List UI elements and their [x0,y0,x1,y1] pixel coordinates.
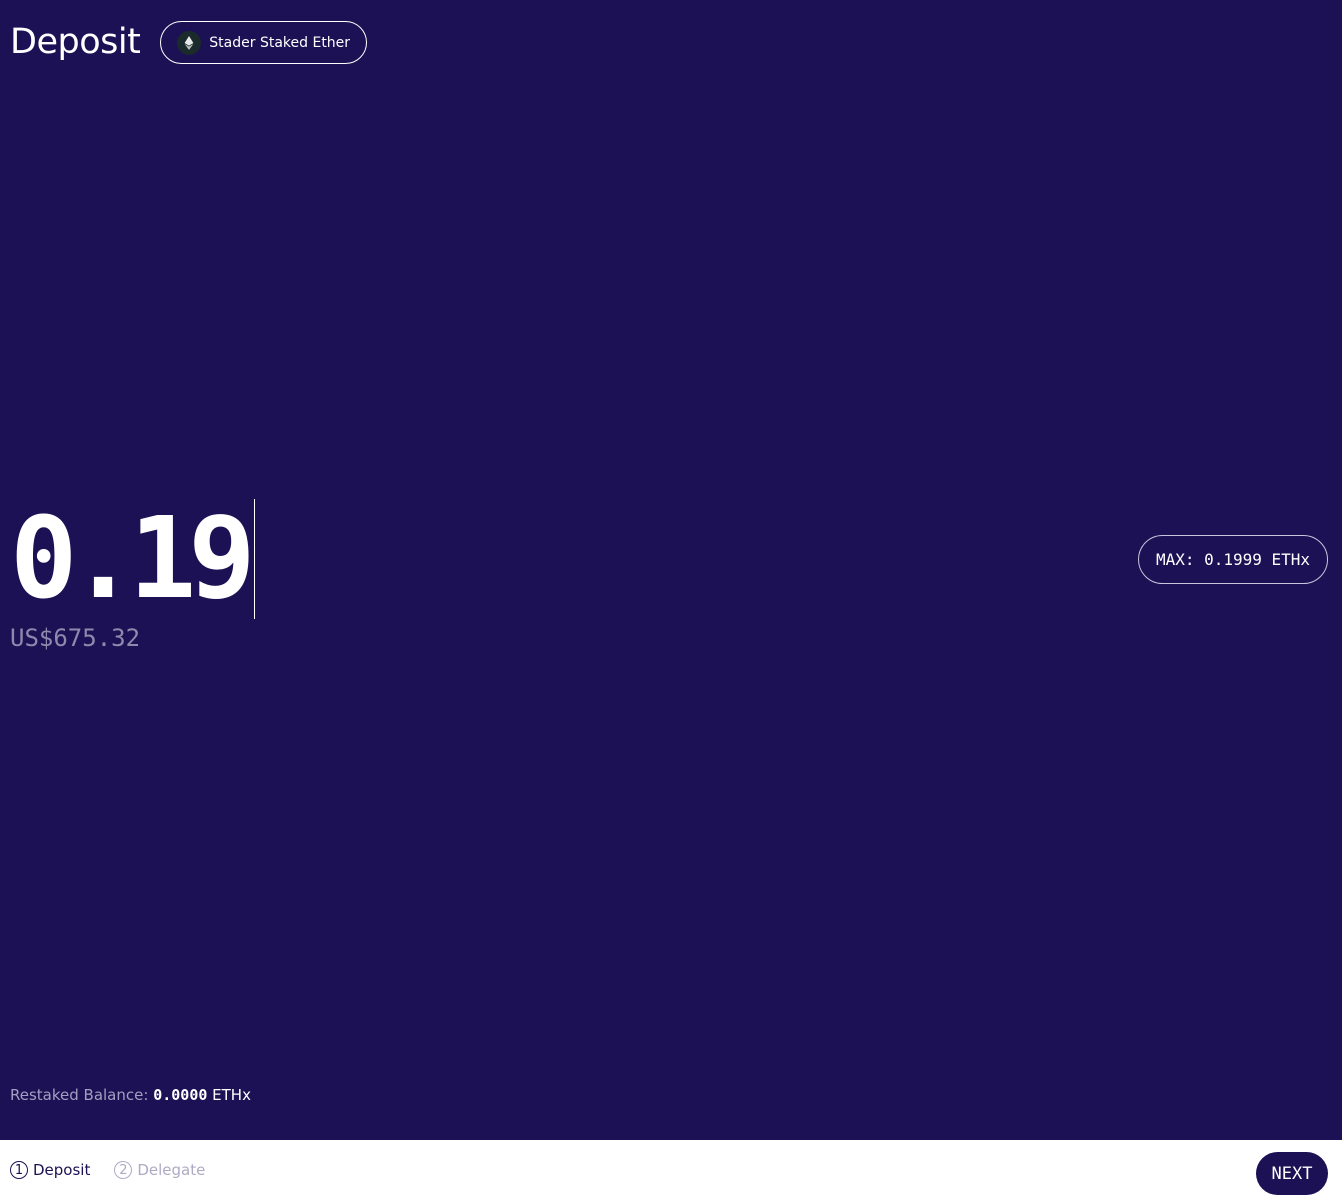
page-title: Deposit [10,22,141,62]
step-label: Deposit [33,1161,91,1179]
step-number: 1 [10,1161,28,1179]
header: Deposit Stader Staked Ether [10,20,368,65]
footer-bar: 1 Deposit 2 Delegate NEXT [0,1140,1342,1200]
restaked-balance-unit: ETHx [212,1086,251,1104]
token-selector-button[interactable]: Stader Staked Ether [160,21,368,64]
step-deposit: 1 Deposit [10,1161,90,1179]
step-delegate: 2 Delegate [114,1161,205,1179]
max-button[interactable]: MAX: 0.1999 ETHx [1138,535,1328,584]
step-indicator: 1 Deposit 2 Delegate [10,1140,229,1200]
deposit-panel: Deposit Stader Staked Ether 0.19 US$675.… [0,0,1342,1140]
restaked-balance-value: 0.0000 [153,1086,208,1104]
restaked-balance: Restaked Balance: 0.0000 ETHx [10,1086,251,1104]
next-button[interactable]: NEXT [1256,1152,1328,1195]
ethereum-icon [177,30,202,55]
restaked-balance-label: Restaked Balance: [10,1086,149,1104]
step-number: 2 [114,1161,133,1179]
usd-value: US$675.32 [10,624,141,652]
amount-value[interactable]: 0.19 [10,498,256,620]
text-cursor [253,499,255,619]
step-label: Delegate [137,1161,206,1179]
amount-input[interactable]: 0.19 [10,498,256,620]
token-name: Stader Staked Ether [209,34,351,51]
